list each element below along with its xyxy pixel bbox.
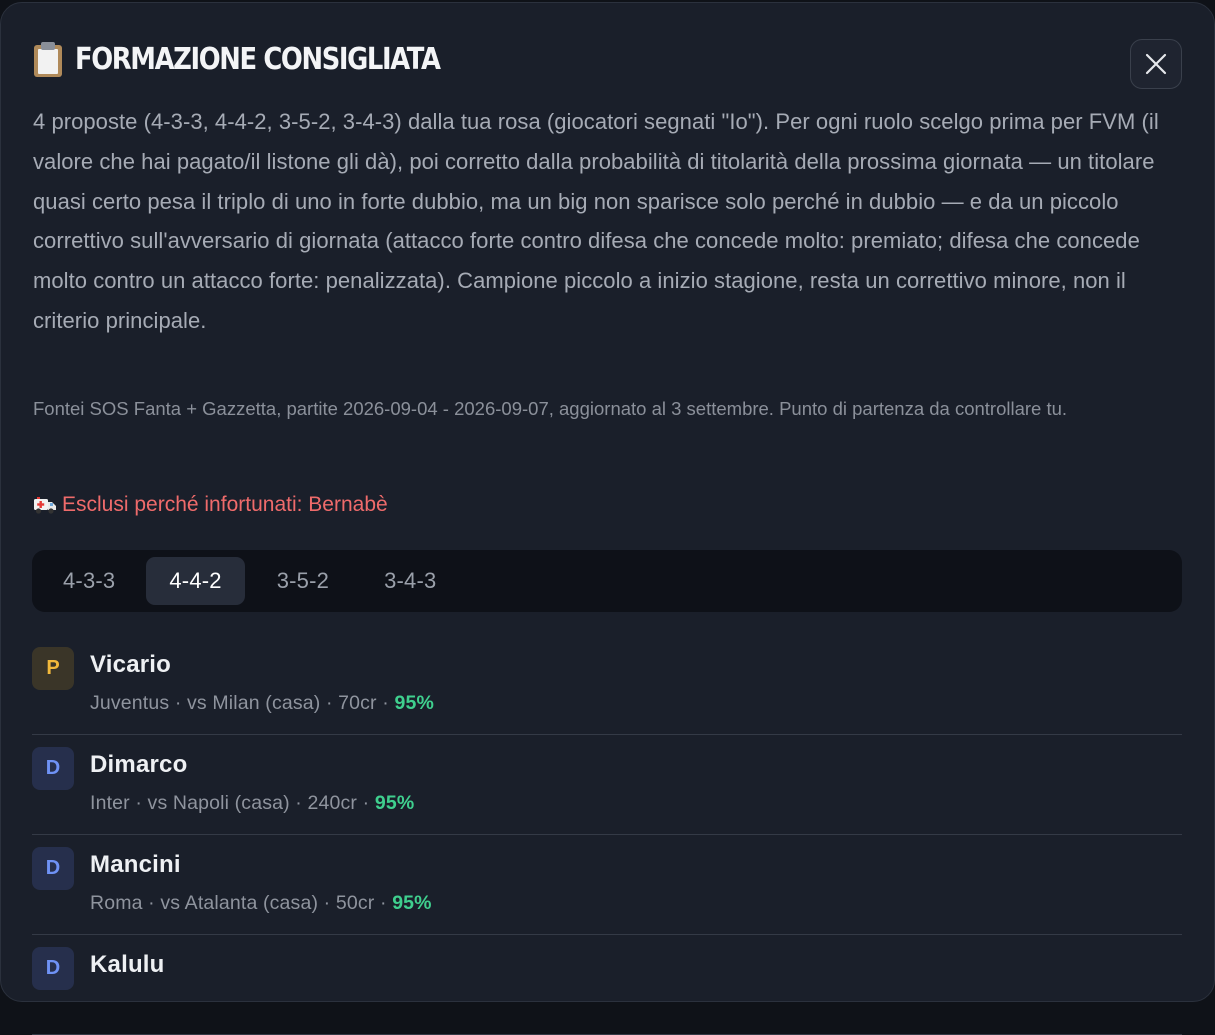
player-row[interactable]: P Vicario Juventus · vs Milan (casa) · 7… bbox=[32, 635, 1182, 735]
injured-text: Esclusi perché infortunati: Bernabè bbox=[62, 493, 388, 516]
player-meta: Juventus · vs Milan (casa) · 70cr · 95% bbox=[90, 692, 434, 715]
role-badge: P bbox=[32, 647, 74, 690]
injured-notice: Esclusi perché infortunati: Bernabè bbox=[33, 489, 388, 521]
player-meta: Inter · vs Napoli (casa) · 240cr · 95% bbox=[90, 792, 414, 815]
close-button[interactable] bbox=[1130, 39, 1182, 89]
tab-4-4-2[interactable]: 4-4-2 bbox=[146, 557, 245, 605]
role-badge: D bbox=[32, 947, 74, 990]
player-name: Vicario bbox=[90, 651, 172, 678]
player-list: P Vicario Juventus · vs Milan (casa) · 7… bbox=[32, 635, 1182, 1035]
player-name: Kalulu bbox=[90, 951, 165, 978]
probability: 95% bbox=[394, 692, 434, 714]
player-row[interactable]: D Kalulu bbox=[32, 935, 1182, 1035]
ambulance-icon bbox=[34, 497, 56, 514]
tab-3-4-3[interactable]: 3-4-3 bbox=[356, 557, 460, 605]
modal-header: FORMAZIONE CONSIGLIATA bbox=[33, 39, 499, 79]
tab-4-3-3[interactable]: 4-3-3 bbox=[38, 557, 146, 605]
player-meta: Roma · vs Atalanta (casa) · 50cr · 95% bbox=[90, 892, 432, 915]
sources-note: Fontei SOS Fanta + Gazzetta, partite 202… bbox=[33, 398, 1068, 419]
probability: 95% bbox=[392, 892, 432, 914]
player-info: Inter · vs Napoli (casa) · 240cr · bbox=[90, 792, 375, 814]
tab-3-5-2[interactable]: 3-5-2 bbox=[245, 557, 356, 605]
player-row[interactable]: D Mancini Roma · vs Atalanta (casa) · 50… bbox=[32, 835, 1182, 935]
intro-text: 4 proposte (4-3-3, 4-4-2, 3-5-2, 3-4-3) … bbox=[33, 109, 1159, 333]
clipboard-icon bbox=[33, 41, 63, 77]
player-info: Juventus · vs Milan (casa) · 70cr · bbox=[90, 692, 395, 714]
close-icon bbox=[1145, 53, 1167, 75]
formation-tabs: 4-3-3 4-4-2 3-5-2 3-4-3 bbox=[32, 550, 1182, 612]
probability: 95% bbox=[374, 792, 415, 814]
player-info: Roma · vs Atalanta (casa) · 50cr · bbox=[90, 892, 393, 914]
player-name: Dimarco bbox=[90, 751, 188, 778]
modal-title: FORMAZIONE CONSIGLIATA bbox=[75, 41, 441, 77]
role-badge: D bbox=[32, 847, 74, 890]
lineup-modal: FORMAZIONE CONSIGLIATA 4 proposte (4-3-3… bbox=[0, 2, 1215, 1035]
player-row[interactable]: D Dimarco Inter · vs Napoli (casa) · 240… bbox=[32, 735, 1182, 835]
role-badge: D bbox=[32, 747, 74, 790]
player-name: Mancini bbox=[90, 851, 181, 878]
